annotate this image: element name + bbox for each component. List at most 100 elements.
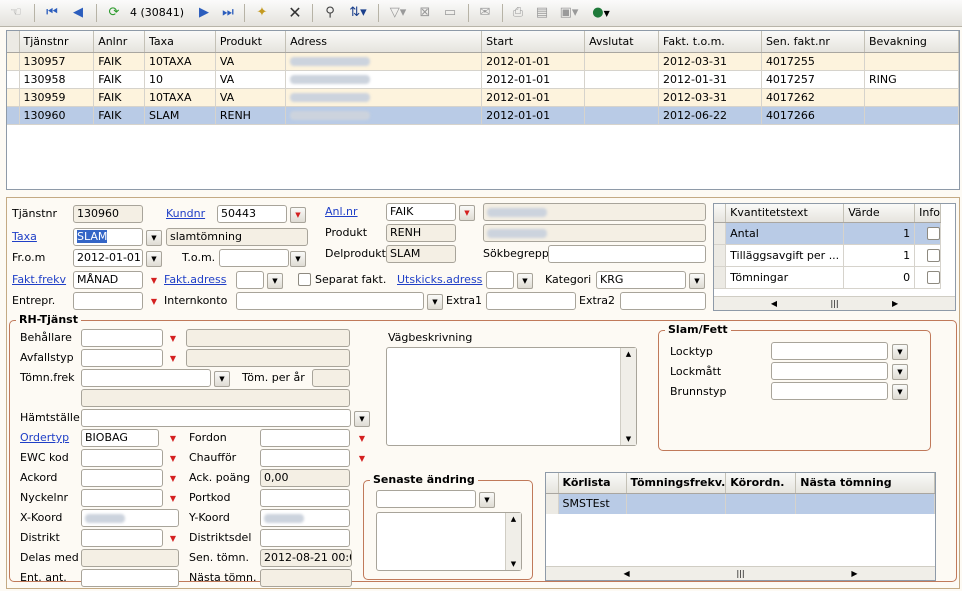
table-row[interactable]: Tömningar 0 — [714, 266, 941, 289]
column-header[interactable]: Tömningsfrekv. — [626, 473, 727, 494]
ackord-field[interactable] — [81, 469, 163, 487]
column-header[interactable]: Avslutat — [584, 31, 660, 53]
ykoord-field[interactable] — [260, 509, 350, 527]
distriktsdel-field[interactable] — [260, 529, 350, 547]
faktadress-field[interactable] — [236, 271, 264, 289]
column-header[interactable]: Värde — [843, 204, 916, 223]
previous-record-icon[interactable]: ◀ — [68, 3, 88, 23]
internkonto-dropdown[interactable]: ▼ — [427, 294, 443, 310]
extra1-field[interactable] — [486, 292, 576, 310]
locktyp-field[interactable] — [771, 342, 888, 360]
extra2-field[interactable] — [620, 292, 706, 310]
export-icon[interactable]: ▣▾ — [556, 3, 582, 23]
fordon-dropdown[interactable]: ▼ — [354, 431, 370, 447]
row-selector[interactable] — [714, 222, 727, 245]
table-row[interactable]: 130959 FAIK 10TAXA VA 2012-01-01 2012-03… — [7, 88, 960, 107]
ewc-field[interactable] — [81, 449, 163, 467]
chauffor-field[interactable] — [260, 449, 350, 467]
taxa-dropdown[interactable]: ▼ — [146, 230, 162, 246]
column-header[interactable]: Start — [481, 31, 586, 53]
binoculars-icon[interactable]: ⚲ — [320, 3, 340, 23]
faktadress-link[interactable]: Fakt.adress — [164, 273, 226, 286]
lockmatt-dropdown[interactable]: ▼ — [892, 364, 908, 380]
column-header[interactable]: Anlnr — [93, 31, 146, 53]
hamtstalle-field[interactable] — [81, 409, 351, 427]
row-selector[interactable] — [7, 52, 20, 71]
column-header[interactable]: Sen. fakt.nr — [761, 31, 865, 53]
taxa-field[interactable]: SLAM — [73, 228, 143, 246]
row-selector[interactable] — [7, 88, 20, 107]
avfallstyp-field[interactable] — [81, 349, 163, 367]
column-header[interactable]: Nästa tömning — [795, 473, 935, 494]
column-header[interactable]: Adress — [285, 31, 483, 53]
internkonto-field[interactable] — [236, 292, 424, 310]
mail-icon[interactable]: ✉ — [475, 3, 495, 23]
tjanstnr-field[interactable]: 130960 — [73, 205, 143, 223]
scroll-left-icon[interactable]: ◀ — [771, 299, 777, 308]
lockmatt-field[interactable] — [771, 362, 888, 380]
cell-value[interactable]: 0 — [843, 266, 916, 289]
distrikt-dropdown[interactable]: ▼ — [165, 531, 181, 547]
ordertyp-field[interactable]: BIOBAG — [81, 429, 159, 447]
vagbeskrivning-textarea[interactable]: ▲ ▼ — [386, 347, 637, 446]
faktfrekv-dropdown[interactable]: ▼ — [146, 273, 162, 289]
scroll-down-icon[interactable]: ▼ — [621, 433, 636, 445]
kundnr-field[interactable]: 50443 — [217, 205, 287, 223]
refresh-icon[interactable]: ⟳ — [104, 3, 124, 23]
cell-value[interactable]: 1 — [843, 244, 916, 267]
scroll-up-icon[interactable]: ▲ — [506, 513, 521, 525]
filter-save-icon[interactable]: ▭ — [440, 3, 460, 23]
utskicks-field[interactable] — [486, 271, 514, 289]
table-row-selected[interactable]: 130960 FAIK SLAM RENH 2012-01-01 2012-06… — [7, 106, 960, 125]
scroll-thumb-icon[interactable]: ||| — [736, 569, 744, 578]
tom-dropdown[interactable]: ▼ — [290, 251, 306, 267]
cell-value[interactable]: 1 — [843, 222, 916, 245]
column-header[interactable]: Körordn. — [725, 473, 797, 494]
print-icon[interactable]: ⎙ — [508, 3, 528, 23]
tomnfrek-field[interactable] — [81, 369, 211, 387]
behallare-dropdown[interactable]: ▼ — [165, 331, 181, 347]
print-preview-icon[interactable]: ▤ — [532, 3, 552, 23]
table-row-selected[interactable]: Antal 1 — [714, 222, 941, 245]
column-header[interactable]: Taxa — [144, 31, 216, 53]
info-checkbox[interactable] — [927, 226, 940, 240]
xkoord-field[interactable] — [81, 509, 179, 527]
horizontal-scrollbar[interactable]: ◀ ||| ▶ — [714, 296, 955, 310]
anlnr-link[interactable]: Anl.nr — [325, 205, 358, 218]
senaste-andring-textarea[interactable]: ▲ ▼ — [376, 512, 522, 571]
scroll-thumb-icon[interactable]: ||| — [830, 299, 838, 308]
vertical-scrollbar[interactable]: ▲ ▼ — [505, 513, 521, 570]
tomnfrek-dropdown[interactable]: ▼ — [214, 371, 230, 387]
hand-icon[interactable]: ☜ — [6, 3, 26, 23]
delete-icon[interactable]: ✕ — [285, 3, 305, 23]
info-checkbox[interactable] — [927, 270, 940, 284]
distrikt-field[interactable] — [81, 529, 163, 547]
brunnstyp-field[interactable] — [771, 382, 888, 400]
scroll-left-icon[interactable]: ◀ — [623, 569, 629, 578]
nyckelnr-field[interactable] — [81, 489, 163, 507]
sokbegrepp-field[interactable] — [548, 245, 706, 263]
avfallstyp-dropdown[interactable]: ▼ — [165, 351, 181, 367]
row-selector[interactable] — [7, 70, 20, 89]
vertical-scrollbar[interactable]: ▲ ▼ — [620, 348, 636, 445]
kundnr-link[interactable]: Kundnr — [166, 207, 205, 220]
hamtstalle-dropdown[interactable]: ▼ — [354, 411, 370, 427]
column-header[interactable]: Fakt. t.o.m. — [658, 31, 762, 53]
table-row-selected[interactable]: SMSTEst — [546, 493, 935, 514]
chauffor-dropdown[interactable]: ▼ — [354, 451, 370, 467]
utskicks-link[interactable]: Utskicks.adress — [397, 273, 482, 286]
anlnr-dropdown[interactable]: ▼ — [459, 205, 475, 221]
row-selector[interactable] — [546, 493, 559, 514]
table-row[interactable]: Tilläggsavgift per ... 1 — [714, 244, 941, 267]
row-selector[interactable] — [7, 106, 20, 125]
next-record-icon[interactable]: ▶ — [194, 3, 214, 23]
ewc-dropdown[interactable]: ▼ — [165, 451, 181, 467]
fordon-field[interactable] — [260, 429, 350, 447]
taxa-link[interactable]: Taxa — [12, 230, 37, 243]
scroll-down-icon[interactable]: ▼ — [506, 558, 521, 570]
new-record-icon[interactable]: ✦ — [252, 3, 272, 23]
row-selector[interactable] — [714, 244, 727, 267]
locktyp-dropdown[interactable]: ▼ — [892, 344, 908, 360]
utskicks-dropdown[interactable]: ▼ — [517, 273, 533, 289]
anlnr-field[interactable]: FAIK — [386, 203, 456, 221]
